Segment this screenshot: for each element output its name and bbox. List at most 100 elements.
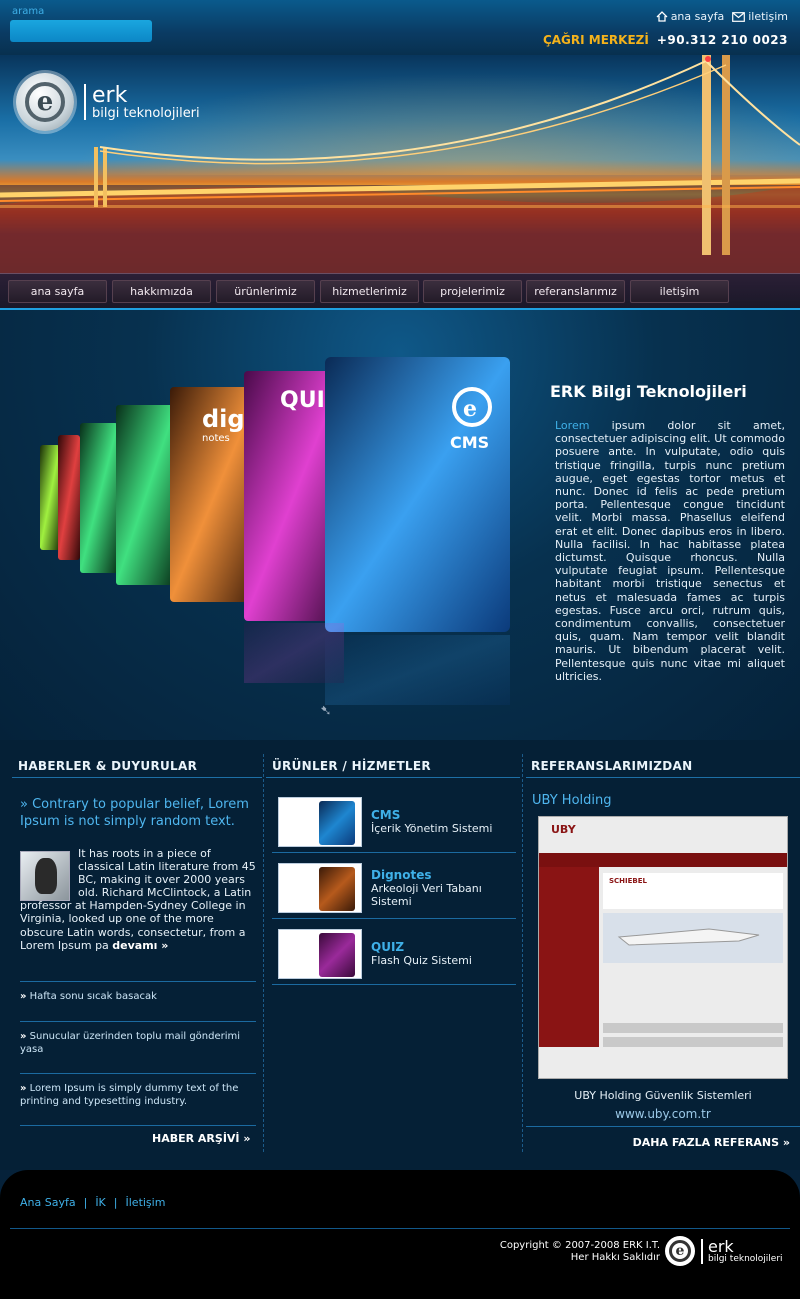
- cms-box-logo: e: [463, 396, 477, 422]
- product-thumb-cms[interactable]: [278, 797, 362, 847]
- footer-separator: |: [83, 1196, 88, 1209]
- news-heading-underline: [12, 777, 262, 778]
- news-item[interactable]: » Sunucular üzerinden toplu mail gönderi…: [20, 1031, 256, 1056]
- chevron-right-icon: »: [20, 991, 27, 1002]
- product-thumb-quiz[interactable]: [278, 929, 362, 979]
- nav-item-projects[interactable]: projelerimiz: [423, 280, 522, 303]
- news-item[interactable]: » Lorem Ipsum is simply dummy text of th…: [20, 1083, 256, 1108]
- call-center-number: +90.312 210 0023: [656, 33, 788, 47]
- search-input[interactable]: [10, 20, 152, 42]
- reference-title[interactable]: UBY Holding: [532, 793, 612, 808]
- footer-separator: |: [113, 1196, 118, 1209]
- references-heading: REFERANSLARIMIZDAN: [531, 759, 693, 773]
- news-item-label: Hafta sonu sıcak basacak: [29, 991, 157, 1002]
- product-desc-quiz: Flash Quiz Sistemi: [371, 954, 472, 967]
- call-center-label: ÇAĞRI MERKEZİ: [542, 33, 649, 47]
- references-heading-underline: [526, 777, 800, 778]
- news-body: It has roots in a piece of classical Lat…: [20, 847, 256, 952]
- cursor-icon: ➷: [320, 703, 332, 719]
- nav-item-services[interactable]: hizmetlerimiz: [320, 280, 419, 303]
- column-divider: [263, 754, 264, 1152]
- news-item-label: Lorem Ipsum is simply dummy text of the …: [20, 1083, 239, 1107]
- copyright-text: Copyright © 2007-2008 ERK I.T.: [499, 1240, 660, 1251]
- brand-logo[interactable]: e erk bilgi teknolojileri: [16, 73, 200, 131]
- products-heading: ÜRÜNLER / HİZMETLER: [272, 759, 431, 773]
- hero-title: ERK Bilgi Teknolojileri: [550, 382, 747, 401]
- footer-divider: [10, 1228, 790, 1229]
- top-link-home[interactable]: ana sayfa: [656, 10, 725, 23]
- hero: e CMS QUI dig notes ➷ ERK Bilgi Teknoloj…: [0, 310, 800, 740]
- product-desc-dignotes: Arkeoloji Veri Tabanı Sistemi: [371, 882, 482, 908]
- nav-item-references[interactable]: referanslarımız: [526, 280, 625, 303]
- brand-name: erk: [92, 82, 128, 108]
- news-separator: [20, 1125, 256, 1126]
- nav-item-contact[interactable]: iletişim: [630, 280, 729, 303]
- reference-shot-brand: SCHIEBEL: [609, 877, 648, 885]
- product-desc-cms: İçerik Yönetim Sistemi: [371, 822, 493, 835]
- footer-logo-mark: e: [665, 1236, 695, 1266]
- footer-logo-text: erk bilgi teknolojileri: [701, 1236, 783, 1264]
- hero-text-body: ipsum dolor sit amet, consectetuer adipi…: [555, 419, 785, 683]
- reference-shot-logo: UBY: [551, 823, 577, 836]
- reference-separator: [526, 1126, 800, 1127]
- footer-link-hr[interactable]: İK: [95, 1196, 105, 1209]
- news-archive-link[interactable]: HABER ARŞİVİ »: [152, 1132, 250, 1145]
- news-more-link[interactable]: devamı »: [112, 939, 168, 952]
- footer-logo-letter: e: [669, 1240, 691, 1262]
- top-link-contact[interactable]: iletişim: [732, 10, 788, 23]
- top-bar: arama ana sayfa iletişim ÇAĞRI MERKEZİ +…: [0, 0, 800, 55]
- mail-icon: [732, 11, 746, 22]
- content-columns: HABERLER & DUYURULAR » Contrary to popul…: [0, 740, 800, 1170]
- product-name-dignotes[interactable]: Dignotes: [371, 868, 431, 882]
- dignotes-box-sublabel: notes: [202, 433, 230, 444]
- product-name-quiz[interactable]: QUIZ: [371, 940, 404, 954]
- main-nav: ana sayfa hakkımızda ürünlerimiz hizmetl…: [0, 273, 800, 310]
- footer-links: Ana Sayfa | İK | İletişim: [20, 1196, 165, 1209]
- top-links: ana sayfa iletişim: [656, 10, 788, 23]
- footer-brand-name: erk: [708, 1236, 734, 1256]
- nav-item-home[interactable]: ana sayfa: [8, 280, 107, 303]
- product-thumb-dignotes[interactable]: [278, 863, 362, 913]
- reference-caption: UBY Holding Güvenlik Sistemleri: [574, 1089, 752, 1102]
- news-item[interactable]: » Hafta sonu sıcak basacak: [20, 991, 256, 1004]
- reference-url[interactable]: www.uby.com.tr: [526, 1107, 800, 1121]
- nav-item-about[interactable]: hakkımızda: [112, 280, 211, 303]
- hero-text: Lorem ipsum dolor sit amet, consectetuer…: [555, 419, 785, 683]
- brand-logo-letter: e: [25, 82, 65, 122]
- call-center: ÇAĞRI MERKEZİ +90.312 210 0023: [543, 33, 788, 47]
- search-label: arama: [12, 6, 45, 17]
- chevron-right-icon: »: [20, 1031, 27, 1042]
- footer-copyright: Copyright © 2007-2008 ERK I.T. Her Hakkı…: [500, 1240, 660, 1264]
- footer-link-home[interactable]: Ana Sayfa: [20, 1196, 76, 1209]
- product-separator: [272, 852, 516, 853]
- product-name-cms[interactable]: CMS: [371, 808, 400, 822]
- page: arama ana sayfa iletişim ÇAĞRI MERKEZİ +…: [0, 0, 800, 1299]
- dignotes-box-label: dig: [202, 405, 245, 433]
- news-separator: [20, 981, 256, 982]
- footer: Ana Sayfa | İK | İletişim Copyright © 20…: [0, 1170, 800, 1299]
- home-icon: [656, 11, 668, 22]
- reference-screenshot[interactable]: UBY SCHIEBEL: [538, 816, 788, 1079]
- top-link-home-label: ana sayfa: [670, 10, 725, 23]
- footer-logo[interactable]: e erk bilgi teknolojileri: [665, 1236, 783, 1266]
- product-boxes-illustration: e CMS QUI dig notes: [40, 357, 510, 705]
- reference-screenshot-image: UBY SCHIEBEL: [539, 817, 787, 1078]
- products-heading-underline: [266, 777, 520, 778]
- news-item-label: Sunucular üzerinden toplu mail gönderimi…: [20, 1031, 241, 1055]
- hero-text-accent: Lorem: [555, 419, 590, 432]
- cms-box-label: CMS: [450, 433, 489, 452]
- banner: e erk bilgi teknolojileri: [0, 55, 800, 273]
- quiz-box-label: QUI: [280, 388, 325, 413]
- news-separator: [20, 1073, 256, 1074]
- nav-item-products[interactable]: ürünlerimiz: [216, 280, 315, 303]
- news-lead[interactable]: » Contrary to popular belief, Lorem Ipsu…: [20, 796, 256, 830]
- chevron-right-icon: »: [20, 1083, 27, 1094]
- footer-link-contact[interactable]: İletişim: [126, 1196, 166, 1209]
- brand-subtitle: bilgi teknolojileri: [92, 105, 200, 121]
- more-references-link[interactable]: DAHA FAZLA REFERANS »: [633, 1136, 790, 1149]
- footer-brand-subtitle: bilgi teknolojileri: [708, 1253, 783, 1264]
- news-heading: HABERLER & DUYURULAR: [18, 759, 198, 773]
- top-link-contact-label: iletişim: [748, 10, 788, 23]
- column-divider: [522, 754, 523, 1152]
- product-separator: [272, 984, 516, 985]
